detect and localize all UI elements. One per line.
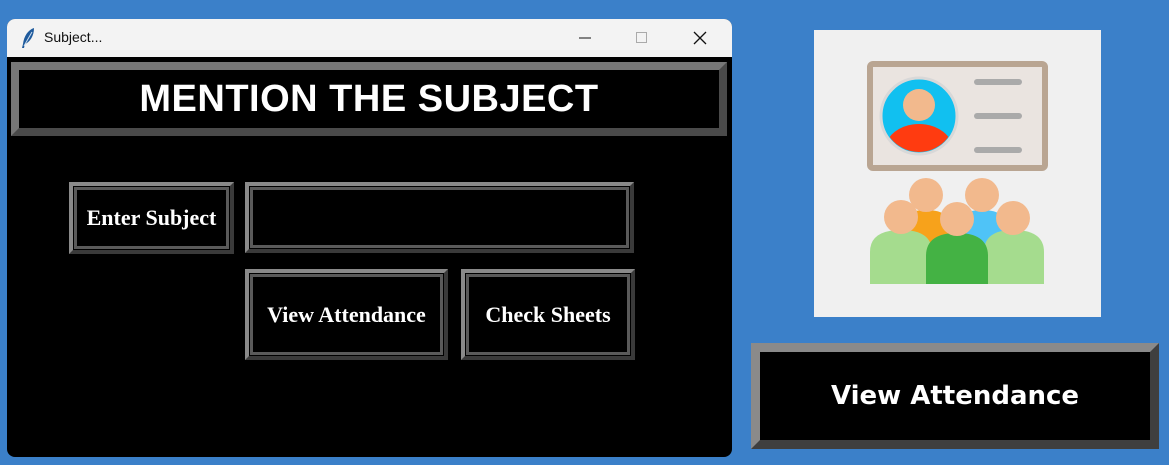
feather-icon [22, 28, 34, 48]
close-icon [693, 31, 707, 45]
title-bar[interactable]: Subject... [7, 19, 732, 57]
maximize-button[interactable] [614, 19, 670, 57]
subject-window: Subject... MENTION THE SUBJECT Enter Sub… [7, 19, 732, 457]
minimize-icon [579, 37, 591, 39]
close-button[interactable] [672, 19, 728, 57]
id-card-group-icon [867, 61, 1048, 284]
enter-subject-label: Enter Subject [69, 182, 234, 254]
window-title: Subject... [44, 29, 103, 45]
check-sheets-button[interactable]: Check Sheets [461, 269, 635, 360]
minimize-button[interactable] [557, 19, 613, 57]
page-title: MENTION THE SUBJECT [139, 77, 599, 120]
view-attendance-button[interactable]: View Attendance [245, 269, 448, 360]
maximize-icon [636, 32, 647, 43]
subject-input[interactable] [245, 182, 634, 253]
attendance-illustration [814, 30, 1101, 317]
view-attendance-main-button[interactable]: View Attendance [751, 343, 1159, 449]
heading-frame: MENTION THE SUBJECT [11, 62, 727, 136]
